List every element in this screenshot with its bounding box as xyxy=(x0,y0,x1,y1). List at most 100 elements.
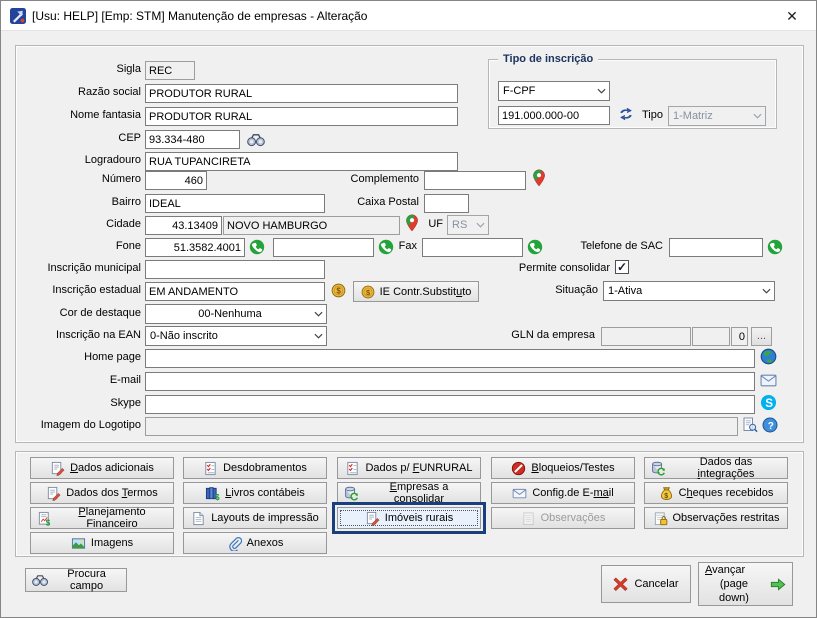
doc-search-icon[interactable] xyxy=(742,417,758,433)
action-button-label: Dados das integrações xyxy=(671,456,781,480)
chevron-down-icon xyxy=(758,288,774,294)
action-button-imagens[interactable]: Imagens xyxy=(30,532,174,554)
home-page-field[interactable] xyxy=(145,349,755,368)
action-button-label: Planejamento Financeiro xyxy=(57,506,167,530)
bairro-label: Bairro xyxy=(19,196,141,208)
action-button-empresas-a-consolidar[interactable]: Empresas a consolidar xyxy=(337,482,481,504)
chevron-down-icon xyxy=(472,222,488,228)
email-envelope-icon[interactable] xyxy=(760,373,777,388)
logradouro-field[interactable] xyxy=(145,152,458,171)
svg-text:S: S xyxy=(765,397,773,410)
caixa-postal-label: Caixa Postal xyxy=(301,196,419,208)
gln-browse-button[interactable]: ... xyxy=(751,327,772,346)
complemento-field[interactable] xyxy=(424,171,526,190)
edit-doc-icon xyxy=(50,461,65,476)
window-title: [Usu: HELP] [Emp: STM] Manutenção de emp… xyxy=(32,9,367,23)
fone1-field[interactable] xyxy=(145,238,245,257)
avancar-button[interactable]: Avançar (page down) xyxy=(698,562,793,606)
action-button-label: Layouts de impressão xyxy=(211,512,319,524)
sac-phone-icon[interactable] xyxy=(767,239,783,255)
situacao-select[interactable]: 1-Ativa xyxy=(603,281,775,301)
telefone-sac-field[interactable] xyxy=(669,238,763,257)
action-button-layouts-de-impressao[interactable]: Layouts de impressão xyxy=(183,507,327,529)
tipo-inscricao-select[interactable]: F-CPF xyxy=(498,81,610,101)
checkbox-check-icon: ✓ xyxy=(617,260,627,274)
action-button-observacoes-restritas[interactable]: Observações restritas xyxy=(644,507,788,529)
avancar-sublabel: (page down) xyxy=(705,577,763,606)
inscricao-ean-select[interactable]: 0-Não inscrito xyxy=(145,326,327,346)
inscricao-municipal-field[interactable] xyxy=(145,260,325,279)
action-button-label: Imagens xyxy=(91,537,133,549)
inscricao-estadual-coin-icon[interactable]: $ xyxy=(331,283,346,298)
action-button-livros-contabeis[interactable]: $Livros contábeis xyxy=(183,482,327,504)
fone-label: Fone xyxy=(19,240,141,252)
email-field[interactable] xyxy=(145,372,755,391)
action-button-imoveis-rurais[interactable]: Imóveis rurais xyxy=(337,507,481,529)
globe-icon[interactable] xyxy=(760,348,777,365)
tipo-inscricao-title: Tipo de inscrição xyxy=(498,53,598,65)
skype-icon[interactable]: S xyxy=(760,394,777,411)
nome-fantasia-field[interactable] xyxy=(145,107,458,126)
action-button-label: Dados adicionais xyxy=(70,462,154,474)
svg-text:$: $ xyxy=(664,493,668,500)
inscricao-estadual-field[interactable] xyxy=(145,282,325,301)
bairro-field[interactable] xyxy=(145,194,325,213)
action-button-config-de-e-mail[interactable]: Config.de E-mail xyxy=(491,482,635,504)
fax-field[interactable] xyxy=(422,238,523,257)
action-button-desdobramentos[interactable]: Desdobramentos xyxy=(183,457,327,479)
fone2-field[interactable] xyxy=(273,238,374,257)
razao-social-label: Razão social xyxy=(19,86,141,98)
logotipo-field xyxy=(145,417,738,436)
money-bag-icon: $ xyxy=(659,486,674,501)
sigla-field xyxy=(145,61,195,80)
close-icon[interactable]: ✕ xyxy=(780,6,804,26)
action-button-dados-p-funrural[interactable]: Dados p/ FUNRURAL xyxy=(337,457,481,479)
cidade-codigo-field[interactable] xyxy=(145,216,222,235)
nome-fantasia-label: Nome fantasia xyxy=(19,109,141,121)
cep-label: CEP xyxy=(19,132,141,144)
fone1-phone-icon[interactable] xyxy=(249,239,265,255)
cep-search-binoculars-icon[interactable] xyxy=(247,132,265,147)
action-button-planejamento-financeiro[interactable]: $Planejamento Financeiro xyxy=(30,507,174,529)
cor-destaque-select[interactable]: 00-Nenhuma xyxy=(145,304,327,324)
action-button-label: Empresas a consolidar xyxy=(364,481,474,505)
chevron-down-icon xyxy=(310,333,326,339)
ie-contr-substituto-button[interactable]: $ IE Contr.Substituto xyxy=(353,281,479,302)
question-mark-icon[interactable]: ? xyxy=(762,417,778,433)
numero-field[interactable] xyxy=(145,171,207,190)
cancelar-label: Cancelar xyxy=(634,578,678,590)
action-button-cheques-recebidos[interactable]: $Cheques recebidos xyxy=(644,482,788,504)
action-button-label: Dados p/ FUNRURAL xyxy=(365,462,472,474)
sync-arrows-icon[interactable] xyxy=(618,106,634,122)
action-button-label: Imóveis rurais xyxy=(385,512,453,524)
complemento-label: Complemento xyxy=(301,173,419,185)
inscricao-estadual-label: Inscrição estadual xyxy=(19,284,141,296)
cep-field[interactable] xyxy=(145,130,240,149)
caixa-postal-field[interactable] xyxy=(424,194,469,213)
cidade-nome-field xyxy=(223,216,400,235)
ie-contr-substituto-label: IE Contr.Substituto xyxy=(380,286,472,298)
razao-social-field[interactable] xyxy=(145,84,458,103)
cancelar-button[interactable]: Cancelar xyxy=(601,565,691,603)
skype-field[interactable] xyxy=(145,395,755,414)
coin-icon: $ xyxy=(361,285,375,299)
action-button-dados-adicionais[interactable]: Dados adicionais xyxy=(30,457,174,479)
action-button-label: Bloqueios/Testes xyxy=(531,462,614,474)
permite-consolidar-label: Permite consolidar xyxy=(490,262,610,274)
action-button-anexos[interactable]: Anexos xyxy=(183,532,327,554)
procura-campo-button[interactable]: Procura campo xyxy=(25,568,127,592)
paperclip-icon xyxy=(227,536,242,551)
gln-field-1 xyxy=(601,327,691,346)
action-button-observacoes: Observações xyxy=(491,507,635,529)
books-icon: $ xyxy=(205,486,220,501)
complemento-map-pin-icon[interactable] xyxy=(532,169,546,187)
uf-select: RS xyxy=(447,215,489,235)
action-button-bloqueios-testes[interactable]: Bloqueios/Testes xyxy=(491,457,635,479)
action-button-dados-das-integracoes[interactable]: Dados das integrações xyxy=(644,457,788,479)
action-button-label: Desdobramentos xyxy=(223,462,307,474)
checklist-icon xyxy=(345,461,360,476)
permite-consolidar-checkbox[interactable]: ✓ xyxy=(615,260,629,274)
cidade-map-pin-icon[interactable] xyxy=(405,214,419,232)
action-button-dados-dos-termos[interactable]: Dados dos Termos xyxy=(30,482,174,504)
cpf-field[interactable] xyxy=(498,106,610,125)
